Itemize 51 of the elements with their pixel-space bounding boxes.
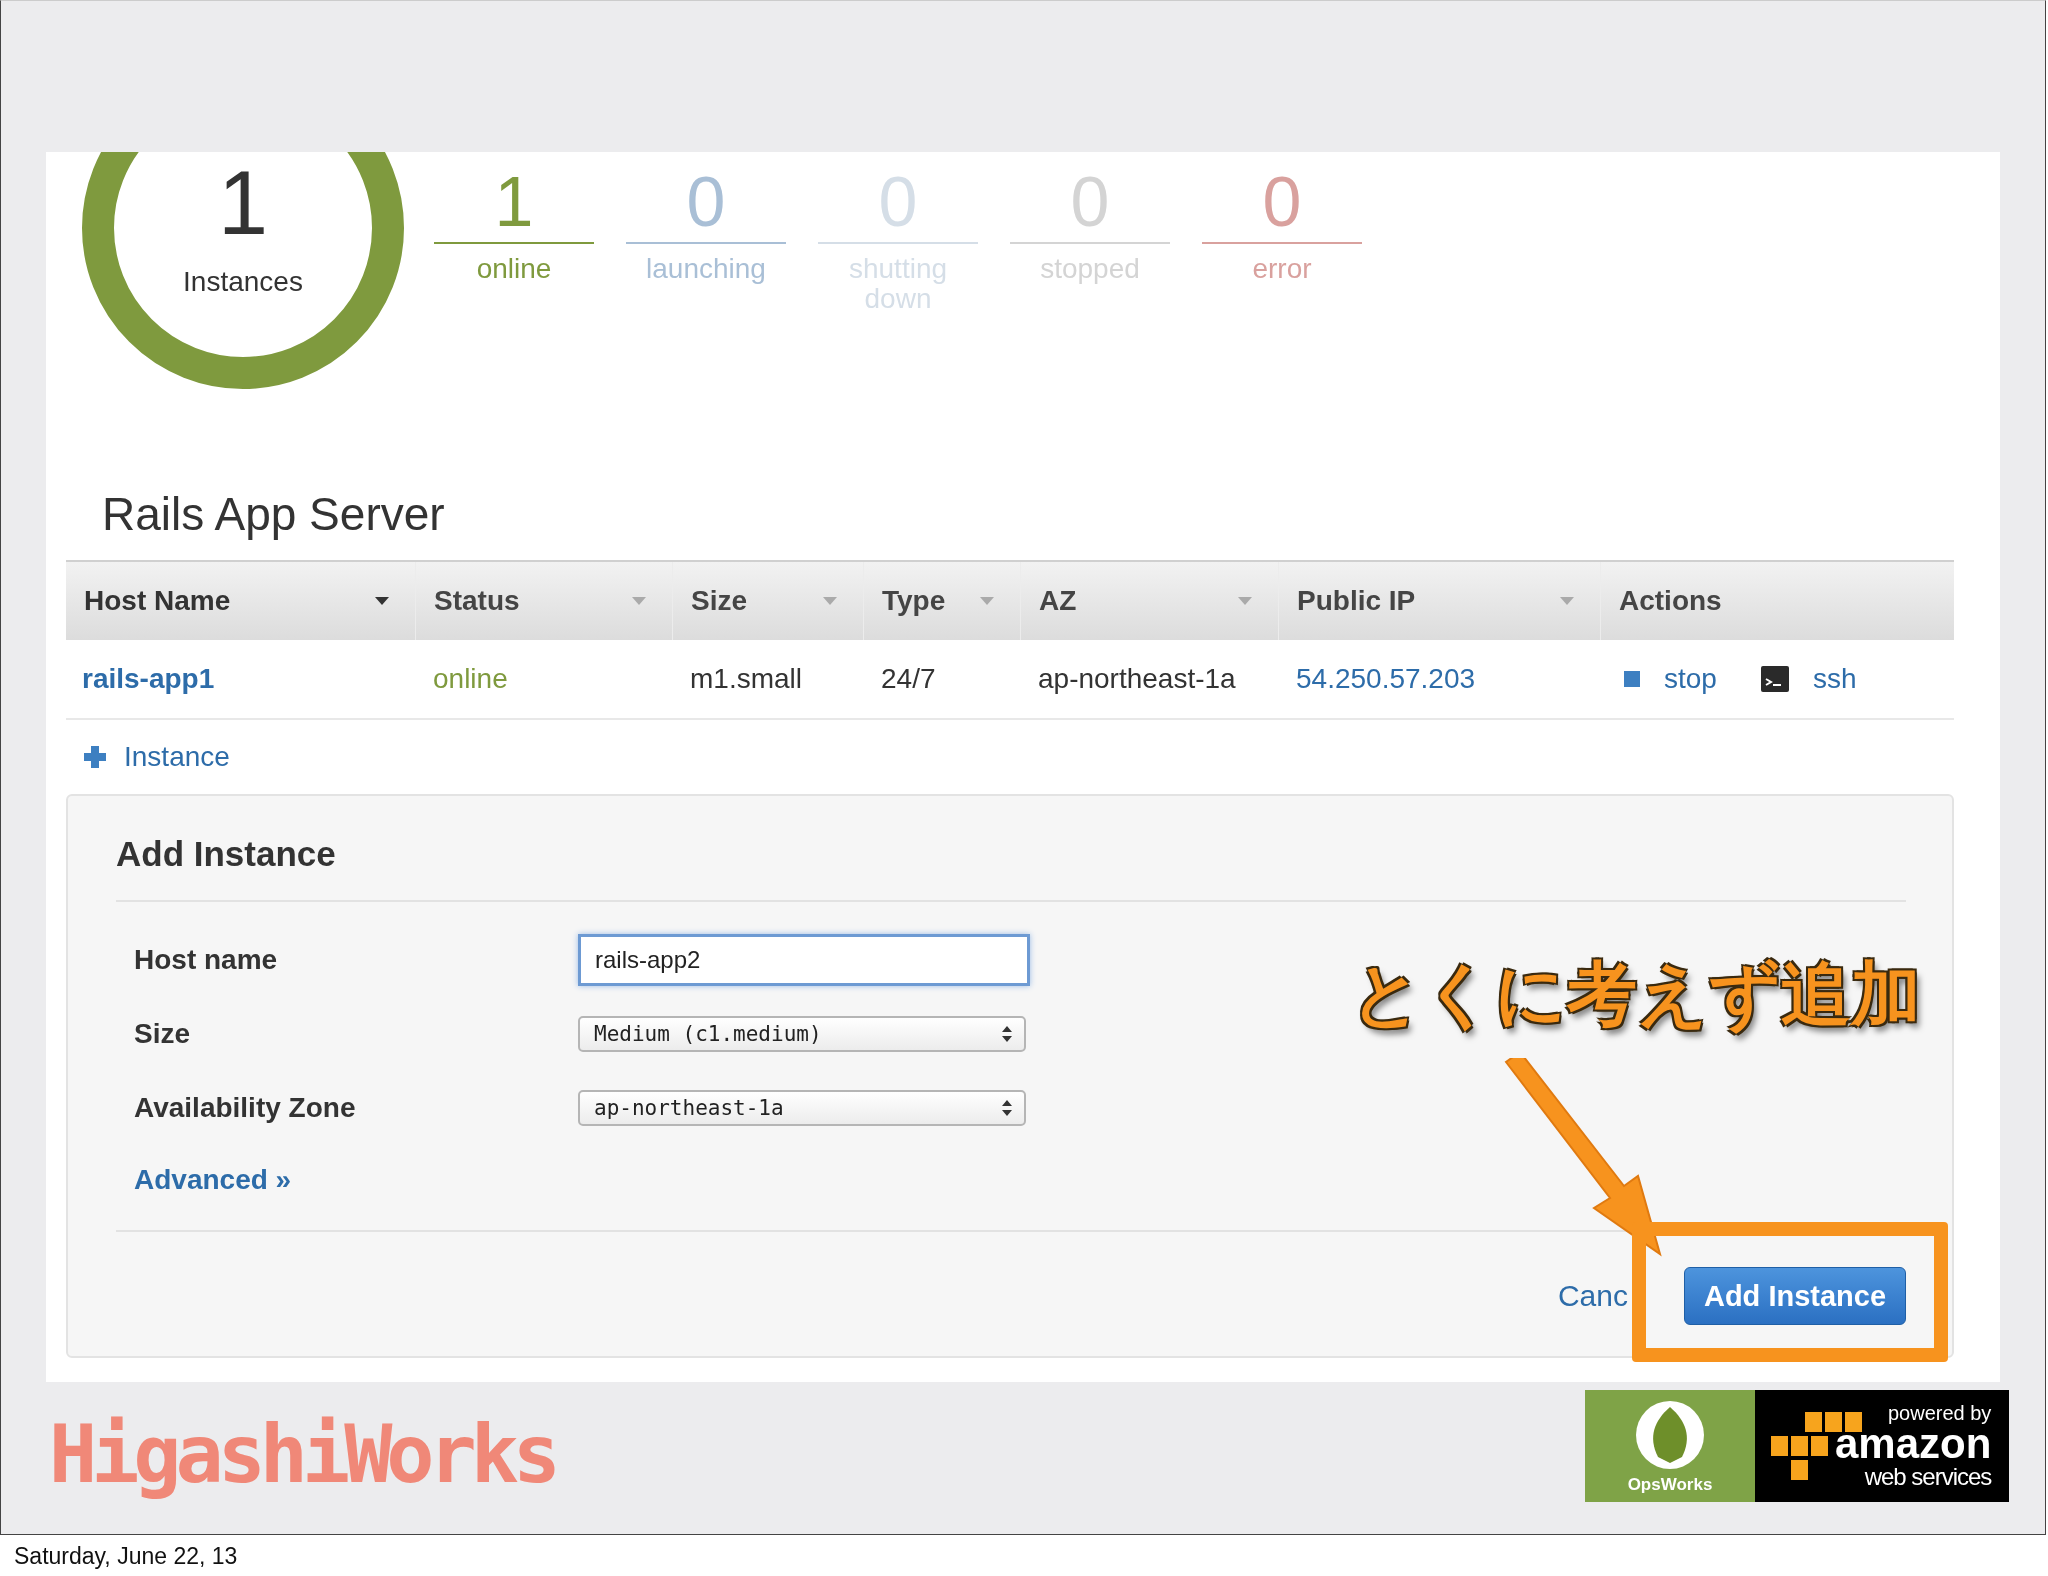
host-link[interactable]: rails-app1 bbox=[82, 663, 215, 695]
annotation-text: とくに考えず追加 bbox=[1351, 952, 1921, 1037]
instance-count: 1 bbox=[217, 158, 269, 248]
counter-label: launching bbox=[646, 254, 766, 284]
section-title: Rails App Server bbox=[102, 487, 445, 542]
logo-caption: OpsWorks bbox=[1627, 1475, 1713, 1495]
counter-label: online bbox=[475, 254, 553, 284]
table-cell: ap-northeast-1a bbox=[1038, 663, 1236, 695]
counter-label: error bbox=[1251, 254, 1313, 284]
brand-logo: HigashiWorks bbox=[49, 1407, 555, 1503]
date-text: Saturday, June 22, 13 bbox=[13, 1542, 239, 1570]
plus-icon bbox=[84, 746, 106, 768]
sort-caret-icon bbox=[1238, 597, 1252, 605]
stop-link[interactable]: stop bbox=[1664, 663, 1717, 695]
add-instance-button[interactable]: Add Instance bbox=[1684, 1267, 1906, 1325]
column-header[interactable]: Size bbox=[672, 562, 863, 640]
add-instance-link[interactable]: Instance bbox=[124, 741, 230, 773]
field-label: Size bbox=[134, 1018, 192, 1050]
updown-arrows-icon bbox=[1002, 1026, 1012, 1042]
sort-caret-icon bbox=[823, 597, 837, 605]
column-header[interactable]: Type bbox=[863, 562, 1020, 640]
form-title: Add Instance bbox=[116, 833, 336, 875]
table-cell: m1.small bbox=[690, 663, 802, 695]
select-field[interactable]: ap-northeast-1a bbox=[578, 1090, 1026, 1126]
sort-caret-icon bbox=[375, 597, 389, 605]
field-label: Availability Zone bbox=[134, 1092, 357, 1124]
updown-arrows-icon bbox=[1002, 1100, 1012, 1116]
column-header[interactable]: Public IP bbox=[1278, 562, 1600, 640]
ssh-link[interactable]: ssh bbox=[1812, 663, 1857, 695]
sort-caret-icon bbox=[1560, 597, 1574, 605]
sort-caret-icon bbox=[980, 597, 994, 605]
sort-caret-icon bbox=[632, 597, 646, 605]
select-field[interactable]: Medium (c1.medium) bbox=[578, 1016, 1026, 1052]
column-header[interactable]: Host Name bbox=[66, 562, 415, 640]
status-text: online bbox=[433, 663, 508, 695]
column-header[interactable]: AZ bbox=[1020, 562, 1278, 640]
ip-link[interactable]: 54.250.57.203 bbox=[1296, 663, 1476, 695]
logo-wordmark: amazon bbox=[1835, 1424, 1992, 1463]
counter-value[interactable]: 1 bbox=[434, 152, 594, 244]
field-label: Host name bbox=[134, 944, 279, 976]
host-name-field[interactable]: rails-app2 bbox=[578, 934, 1030, 986]
table-cell: 24/7 bbox=[881, 663, 936, 695]
instances-label: Instances bbox=[183, 266, 303, 298]
cancel-link[interactable]: Canc bbox=[1557, 1279, 1628, 1313]
logo-caption: web services bbox=[1863, 1462, 1992, 1491]
terminal-icon bbox=[1760, 666, 1789, 692]
column-header: Actions bbox=[1600, 562, 1954, 640]
column-header[interactable]: Status bbox=[415, 562, 672, 640]
stop-icon bbox=[1624, 671, 1640, 687]
advanced-link[interactable]: Advanced » bbox=[116, 1164, 292, 1204]
logo-caption: powered by bbox=[1886, 1401, 1992, 1425]
